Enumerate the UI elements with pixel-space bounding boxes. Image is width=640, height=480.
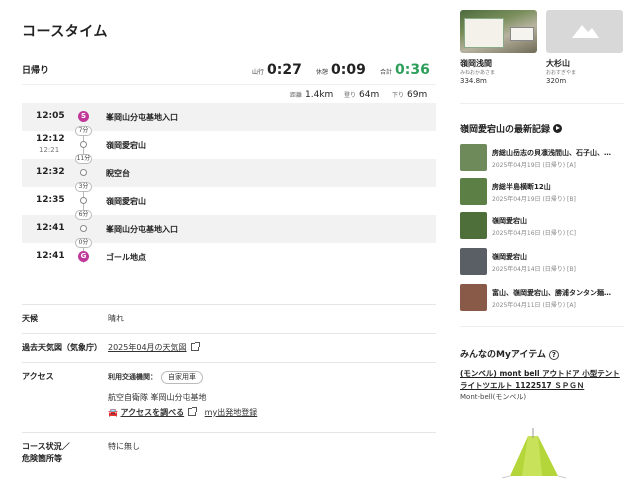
course-condition-row: コース状況／ 危険箇所等 特に無し: [22, 432, 436, 480]
record-item[interactable]: 嶺岡愛宕山 2025年04月16日 (日帰り) [C]: [460, 212, 624, 240]
parking-text: 航空自衛隊 峯岡山分屯基地: [108, 393, 207, 402]
duration-badge: 0分: [75, 238, 92, 248]
goal-marker: G: [78, 251, 89, 262]
start-marker: S: [78, 111, 89, 122]
access-row: アクセス 利用交通機関： 自家用車 航空自衛隊 峯岡山分屯基地 🚘 アクセスを調べ…: [22, 362, 436, 432]
waypoint-dot: [80, 225, 87, 232]
page-title: コースタイム: [22, 24, 109, 40]
weather-map-link[interactable]: 2025年04月の天気図: [108, 343, 187, 352]
day-type-label: 日帰り: [22, 66, 50, 76]
waypoint-link[interactable]: 峯岡山分屯基地入口: [106, 224, 178, 235]
distance-summary: 距離 1.4km 登り 64m 下り 69m: [22, 84, 436, 102]
external-link-icon: [188, 407, 198, 416]
external-link-icon: [190, 342, 200, 351]
waypoint-link[interactable]: 睨空台: [106, 168, 130, 179]
waypoint-link[interactable]: ゴール地点: [106, 252, 146, 263]
my-items-title: みんなのMyアイテム?: [460, 347, 559, 360]
latest-records-title[interactable]: 嶺岡愛宕山の最新記録: [460, 122, 563, 135]
mountain-name[interactable]: 大杉山: [546, 58, 570, 69]
descent: 下り 69m: [392, 90, 428, 100]
help-icon[interactable]: ?: [548, 350, 559, 360]
record-thumbnail: [460, 284, 487, 311]
mountain-icon: [572, 25, 599, 38]
waypoint-dot: [80, 141, 87, 148]
signboard-image: [510, 27, 534, 41]
car-icon: 🚘: [108, 408, 118, 417]
item-brand: Mont-bell(モンベル): [460, 393, 527, 401]
record-item[interactable]: 富山、嶺岡愛宕山、勝浦タンタン麺… 2025年04月11日 (日帰り) [A]: [460, 284, 624, 312]
rest-time: 休憩 0:09: [316, 62, 366, 78]
mountain-name[interactable]: 嶺岡浅間: [460, 58, 492, 69]
signboard-image: [464, 18, 504, 48]
distance: 距離 1.4km: [290, 90, 334, 100]
walk-time: 山行 0:27: [252, 62, 302, 78]
record-item[interactable]: 房総半島横断12山 2025年04月19日 (日帰り) [B]: [460, 178, 624, 206]
ascent: 登り 64m: [344, 90, 380, 100]
access-search-link[interactable]: アクセスを調べる: [121, 408, 185, 417]
duration-badge: 3分: [75, 182, 92, 192]
weather-row: 天候 晴れ: [22, 304, 436, 333]
record-thumbnail: [460, 248, 487, 275]
mountain-photo[interactable]: [460, 10, 537, 53]
time-summary: 日帰り 山行 0:27 休憩 0:09 合計 0:36: [22, 60, 436, 82]
item-link[interactable]: (モンベル) mont bell アウトドア 小型テント ライトツエルト 112…: [460, 368, 624, 392]
record-item[interactable]: 房総山岳志の貝凛浅間山、石子山、… 2025年04月19日 (日帰り) [A]: [460, 144, 624, 172]
waypoint-dot: [80, 169, 87, 176]
record-thumbnail: [460, 144, 487, 171]
total-time: 合計 0:36: [380, 62, 430, 78]
past-weather-row: 過去天気図（気象庁） 2025年04月の天気図: [22, 333, 436, 362]
record-thumbnail: [460, 178, 487, 205]
record-thumbnail: [460, 212, 487, 239]
duration-badge: 6分: [75, 210, 92, 220]
tent-image[interactable]: [498, 426, 568, 480]
record-item[interactable]: 嶺岡愛宕山 2025年04月14日 (日帰り) [B]: [460, 248, 624, 276]
play-arrow-icon: [553, 124, 563, 133]
my-departure-link[interactable]: my出発地登録: [205, 408, 258, 417]
duration-badge: 11分: [75, 154, 92, 164]
duration-badge: 7分: [75, 126, 92, 136]
divider: [460, 326, 624, 327]
transport-chip: 自家用車: [161, 371, 203, 384]
waypoint-dot: [80, 197, 87, 204]
waypoint-link[interactable]: 嶺岡愛宕山: [106, 196, 146, 207]
waypoint-link[interactable]: 峯岡山分屯基地入口: [106, 112, 178, 123]
divider: [460, 103, 624, 104]
waypoint-link[interactable]: 嶺岡愛宕山: [106, 140, 146, 151]
mountain-placeholder-photo[interactable]: [546, 10, 623, 53]
